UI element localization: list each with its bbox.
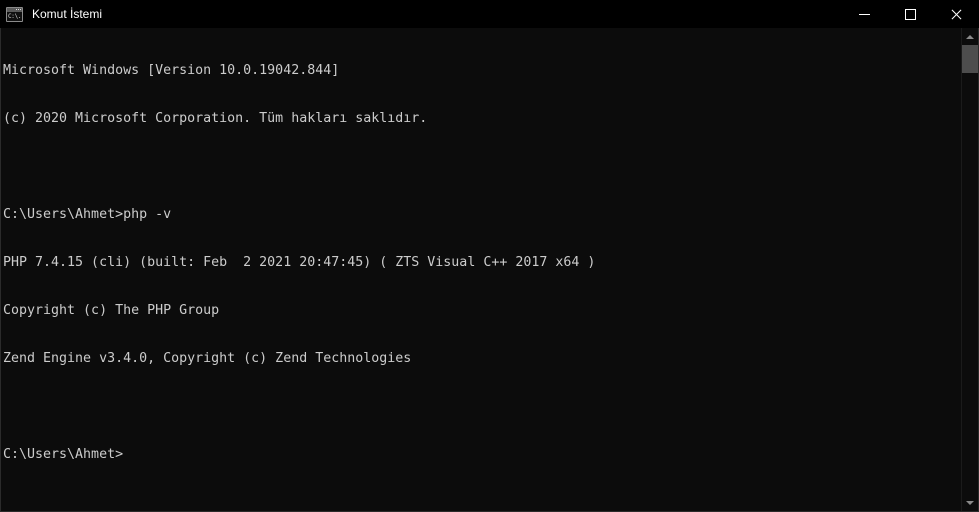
- console-line: PHP 7.4.15 (cli) (built: Feb 2 2021 20:4…: [3, 255, 596, 270]
- minimize-button[interactable]: [841, 0, 887, 28]
- icon-dot: [16, 9, 17, 10]
- scrollbar-thumb[interactable]: [962, 45, 978, 73]
- minimize-icon: [858, 13, 870, 15]
- console-line: (c) 2020 Microsoft Corporation. Tüm hakl…: [3, 111, 428, 126]
- close-icon: [950, 8, 963, 21]
- console-line: Microsoft Windows [Version 10.0.19042.84…: [3, 63, 340, 78]
- console-line: C:\Users\Ahmet>php -v: [3, 207, 172, 222]
- scroll-up-arrow-icon: [966, 34, 974, 39]
- scroll-up-button[interactable]: [962, 28, 978, 45]
- title-bar[interactable]: C:\. Komut İstemi: [0, 0, 979, 28]
- title-bar-left: C:\. Komut İstemi: [0, 0, 841, 28]
- console-area[interactable]: Microsoft Windows [Version 10.0.19042.84…: [0, 28, 979, 512]
- maximize-button[interactable]: [887, 0, 933, 28]
- console-window-icon: C:\.: [6, 6, 23, 22]
- window-controls: [841, 0, 979, 28]
- close-button[interactable]: [933, 0, 979, 28]
- scroll-down-arrow-icon: [966, 500, 974, 505]
- console-line: Zend Engine v3.4.0, Copyright (c) Zend T…: [3, 351, 412, 366]
- icon-dot: [20, 9, 21, 10]
- console-prompt-line: C:\Users\Ahmet>: [3, 447, 124, 462]
- console-line: Copyright (c) The PHP Group: [3, 303, 220, 318]
- maximize-icon: [904, 8, 916, 20]
- scrollbar-track[interactable]: [962, 45, 978, 494]
- icon-dot: [18, 9, 19, 10]
- window-title: Komut İstemi: [32, 7, 103, 21]
- command-prompt-window: C:\. Komut İstemi Microsoft Windows [Ver…: [0, 0, 979, 512]
- icon-screen-text: C:\.: [7, 11, 22, 21]
- vertical-scrollbar[interactable]: [961, 28, 978, 511]
- scroll-down-button[interactable]: [962, 494, 978, 511]
- console-output[interactable]: Microsoft Windows [Version 10.0.19042.84…: [1, 28, 961, 511]
